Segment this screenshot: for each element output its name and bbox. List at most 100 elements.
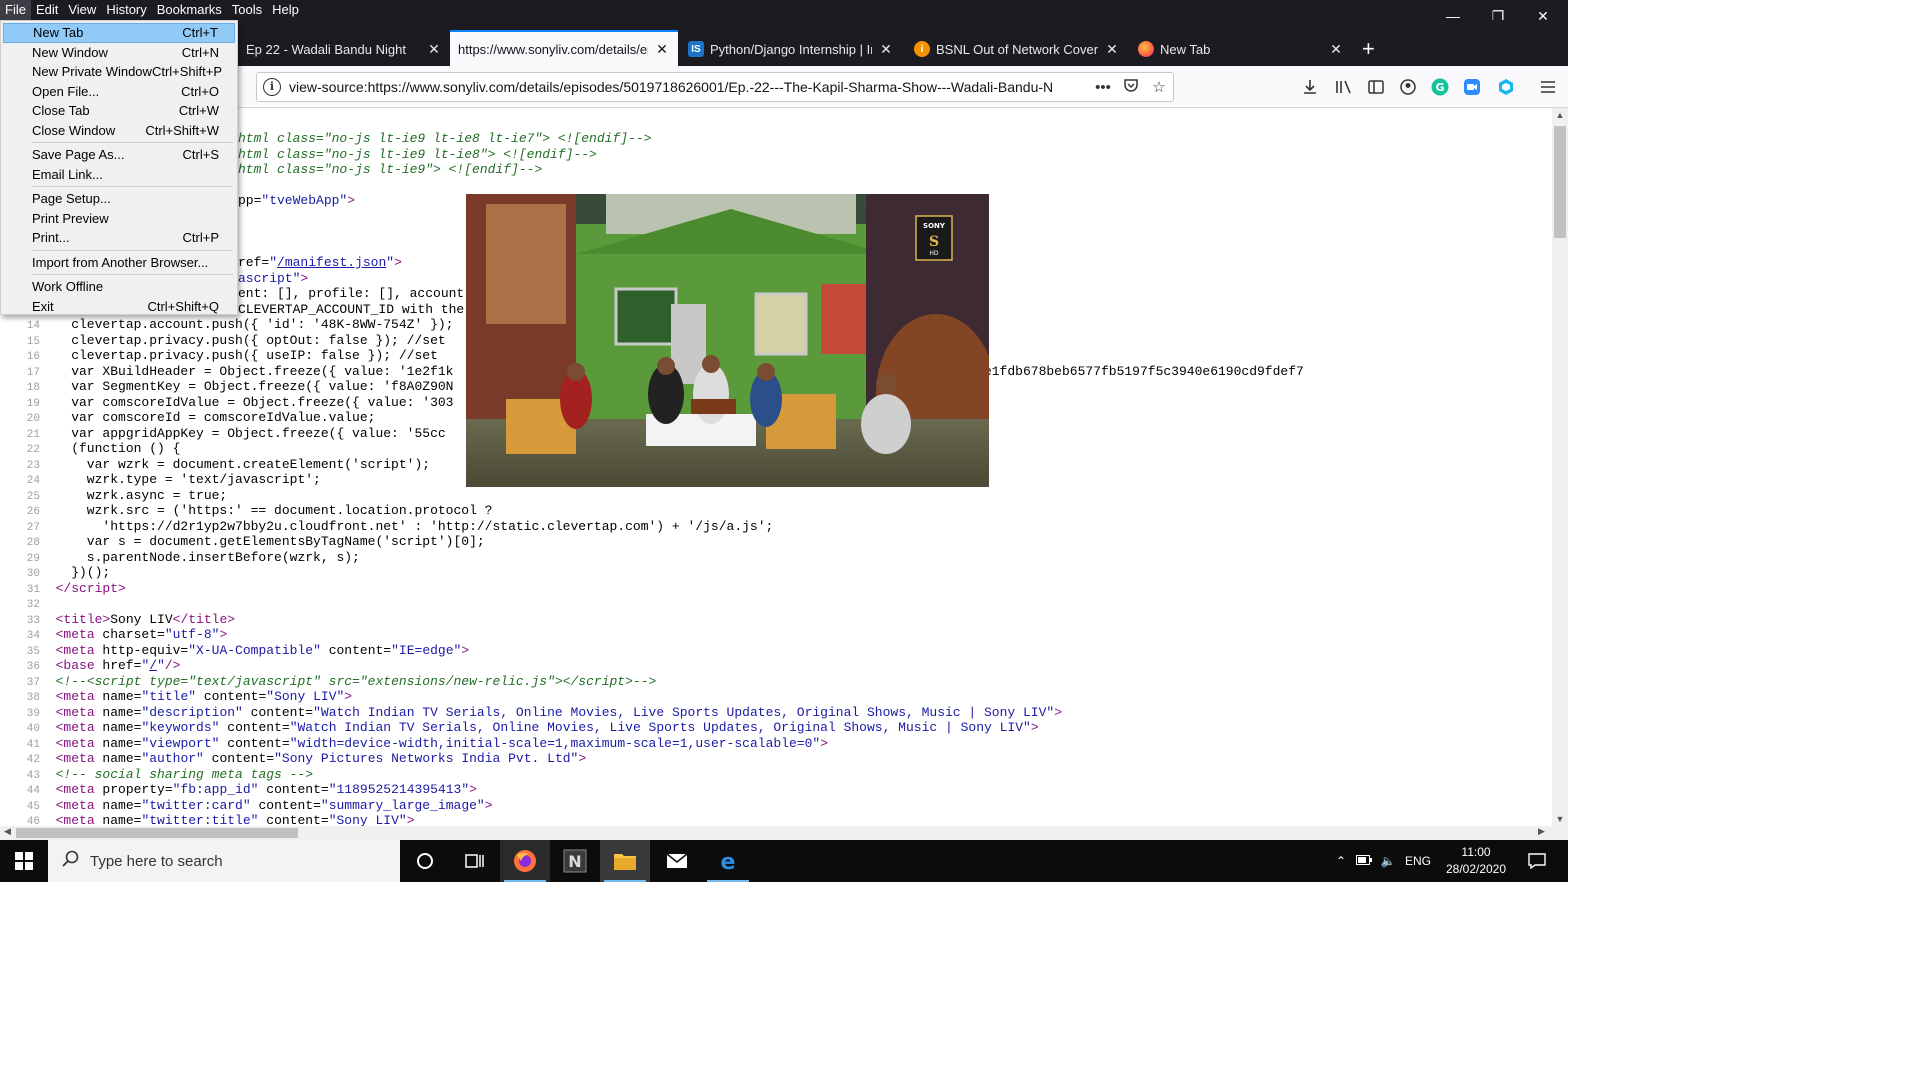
tab-new-tab[interactable]: New Tab ✕ [1130,32,1352,66]
source-code: var s = document.getElementsByTagName('s… [40,534,485,549]
file-menu-item-email-link[interactable]: Email Link... [3,165,235,185]
url-bar[interactable]: i view-source:https://www.sonyliv.com/de… [256,72,1174,102]
zoom-extension-icon[interactable] [1462,77,1482,97]
source-code: <meta name="title" content="Sony LIV"> [55,689,353,704]
show-hidden-icons-chevron-icon[interactable]: ⌃ [1330,854,1352,868]
source-line: 19 var comscoreIdValue = Object.freeze({… [0,395,454,411]
menu-file[interactable]: File [0,0,31,20]
source-code: wzrk.async = true; [40,487,228,503]
vertical-scroll-thumb[interactable] [1554,126,1566,238]
source-code: html class="no-js lt-ie9 lt-ie8 lt-ie7">… [238,131,652,146]
source-code: <meta name="viewport" content="width=dev… [55,735,828,751]
taskbar-mail[interactable] [652,840,702,882]
file-menu-item-close-tab[interactable]: Close Tab Ctrl+W [3,101,235,121]
file-menu-item-exit[interactable]: Exit Ctrl+Shift+Q [3,297,235,317]
start-button[interactable] [0,840,48,882]
close-tab-icon[interactable]: ✕ [1328,41,1344,58]
tab-bsnl[interactable]: i BSNL Out of Network Coverag ✕ [906,32,1128,66]
menu-item-label: New Window [32,44,108,60]
task-view-button[interactable] [400,840,450,882]
menu-bookmarks[interactable]: Bookmarks [152,0,227,20]
source-code: s.parentNode.insertBefore(wzrk, s); [40,549,360,565]
file-menu-item-print[interactable]: Print... Ctrl+P [3,228,235,248]
horizontal-scrollbar[interactable]: ◀ ▶ [0,826,1552,840]
hamburger-menu-icon[interactable] [1538,77,1558,97]
tab-title: New Tab [1160,41,1211,57]
file-menu-item-new-window[interactable]: New Window Ctrl+N [3,43,235,63]
tab-wadali-bandu[interactable]: Ep 22 - Wadali Bandu Night ✕ [238,32,450,66]
taskbar-firefox[interactable] [500,840,550,882]
vertical-scrollbar[interactable]: ▲ ▼ [1552,108,1568,826]
scroll-left-arrow-icon[interactable]: ◀ [4,826,11,837]
bookmark-star-icon[interactable]: ☆ [1145,78,1173,96]
source-line: 42 <meta name="author" content="Sony Pic… [0,751,586,767]
account-icon[interactable] [1398,77,1418,97]
menu-item-label: Print... [32,230,70,246]
task-view-icon-button[interactable] [450,840,500,882]
downloads-icon[interactable] [1300,77,1320,97]
close-tab-icon[interactable]: ✕ [878,41,894,58]
source-code: var comscoreId = comscoreIdValue.value; [40,410,376,425]
file-menu-item-work-offline[interactable]: Work Offline [3,277,235,297]
clock-date: 28/02/2020 [1445,862,1507,876]
file-menu-item-import-from-another-browser[interactable]: Import from Another Browser... [3,253,235,273]
scroll-down-arrow-icon[interactable]: ▼ [1552,814,1568,824]
grammarly-icon[interactable]: G [1430,77,1450,97]
taskbar-app-n[interactable]: N [550,840,600,882]
menu-tools[interactable]: Tools [227,0,267,20]
tab-view-source[interactable]: https://www.sonyliv.com/details/ep ✕ [450,30,678,66]
close-tab-icon[interactable]: ✕ [426,41,442,58]
menu-help[interactable]: Help [267,0,304,20]
source-code: clevertap.account.push({ 'id': '48K-8WW-… [40,317,454,332]
file-menu-item-open-file[interactable]: Open File... Ctrl+O [3,82,235,102]
menu-item-label: Open File... [32,83,100,99]
svg-text:G: G [1435,81,1444,94]
taskbar-file-explorer[interactable] [600,840,650,882]
close-tab-icon[interactable]: ✕ [654,41,670,58]
file-menu-item-close-window[interactable]: Close Window Ctrl+Shift+W [3,121,235,141]
source-line: 34 <meta charset="utf-8"> [0,627,227,643]
tab-internshala[interactable]: IS Python/Django Internship | Inte ✕ [680,32,902,66]
taskbar-search-box[interactable]: Type here to search [48,840,400,882]
menu-history[interactable]: History [101,0,151,20]
info-icon[interactable]: i [263,78,281,96]
tab-title: https://www.sonyliv.com/details/ep [458,41,648,57]
close-tab-icon[interactable]: ✕ [1104,41,1120,58]
scroll-right-arrow-icon[interactable]: ▶ [1538,826,1545,837]
menu-view[interactable]: View [63,0,101,20]
volume-icon[interactable]: 🔈 [1376,854,1400,868]
file-menu-item-save-page-as[interactable]: Save Page As... Ctrl+S [3,145,235,165]
scroll-up-arrow-icon[interactable]: ▲ [1552,110,1568,120]
library-icon[interactable] [1334,77,1354,97]
file-menu-item-new-tab[interactable]: New Tab Ctrl+T [3,23,235,43]
new-tab-plus-icon[interactable]: + [1362,38,1375,60]
source-line: 14 clevertap.account.push({ 'id': '48K-8… [0,317,454,333]
menu-item-label: Import from Another Browser... [32,254,209,270]
source-line: 37 <!--<script type="text/javascript" sr… [0,674,657,690]
pocket-icon[interactable] [1117,77,1145,97]
horizontal-scroll-thumb[interactable] [16,828,298,838]
sidebar-icon[interactable] [1366,77,1386,97]
file-menu-item-print-preview[interactable]: Print Preview [3,209,235,229]
source-code: html class="no-js lt-ie9 lt-ie8"> <![end… [238,146,597,162]
battery-icon[interactable] [1352,854,1376,868]
notifications-button[interactable] [1522,840,1552,882]
menu-edit[interactable]: Edit [31,0,63,20]
search-placeholder: Type here to search [90,852,223,870]
source-line: 45 <meta name="twitter:card" content="su… [0,798,493,814]
language-indicator[interactable]: ENG [1400,854,1436,868]
mail-icon [666,853,688,868]
page-actions-icon[interactable]: ••• [1089,79,1117,96]
menu-item-shortcut: Ctrl+N [181,44,219,60]
menu-item-shortcut: Ctrl+O [181,83,219,99]
source-code: var wzrk = document.createElement('scrip… [40,456,431,472]
url-input[interactable]: view-source:https://www.sonyliv.com/deta… [289,79,1089,95]
clock[interactable]: 11:00 28/02/2020 [1440,844,1512,878]
source-code: pp="tveWebApp"> [238,193,356,208]
hd-badge-text: HD [929,250,939,257]
extension-cube-icon[interactable] [1496,77,1516,97]
taskbar-edge[interactable]: e [703,840,753,882]
file-menu-item-new-private-window[interactable]: New Private Window Ctrl+Shift+P [3,62,235,82]
menu-bar: File Edit View History Bookmarks Tools H… [0,0,304,20]
file-menu-item-page-setup[interactable]: Page Setup... [3,189,235,209]
